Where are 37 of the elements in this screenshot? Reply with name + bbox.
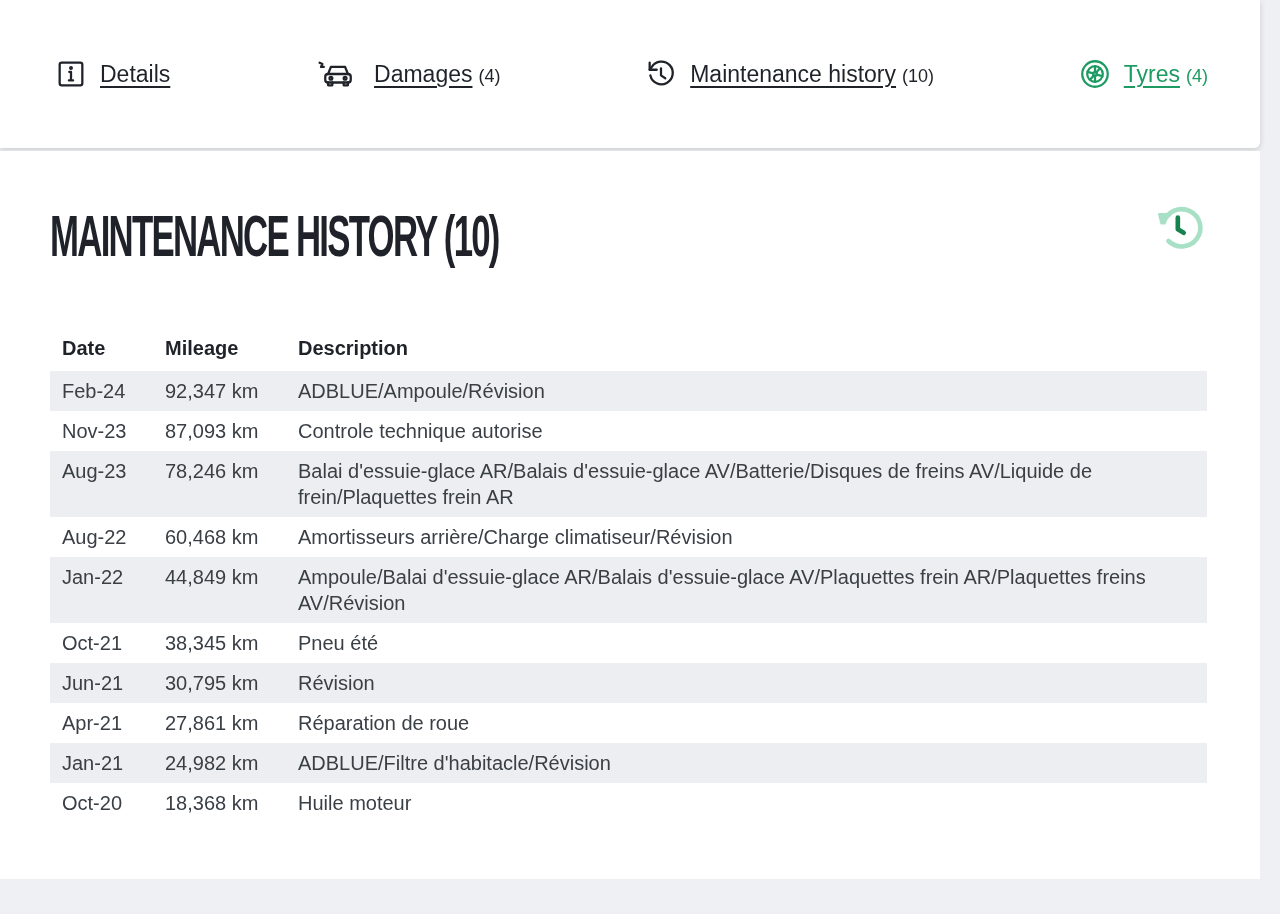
table-cell: Aug-22 bbox=[50, 517, 153, 557]
tab-link[interactable]: Tyres (4) bbox=[1123, 56, 1208, 92]
table-cell: 38,345 km bbox=[153, 623, 286, 663]
column-header: Mileage bbox=[153, 325, 286, 371]
table-cell: 60,468 km bbox=[153, 517, 286, 557]
table-cell: Controle technique autorise bbox=[286, 411, 1207, 451]
table-cell: 78,246 km bbox=[153, 451, 286, 517]
column-header: Description bbox=[286, 325, 1207, 371]
tab-link[interactable]: Damages (4) bbox=[374, 56, 501, 92]
table-cell: Ampoule/Balai d'essuie-glace AR/Balais d'essuie-glace AV/Plaquettes frein AR/Plaquettes freins AV/Révision bbox=[286, 557, 1207, 623]
table-cell: 44,849 km bbox=[153, 557, 286, 623]
table-cell: Oct-21 bbox=[50, 623, 153, 663]
table-cell: 27,861 km bbox=[153, 703, 286, 743]
table-cell: ADBLUE/Filtre d'habitacle/Révision bbox=[286, 743, 1207, 783]
table-cell: Oct-20 bbox=[50, 783, 153, 823]
table-cell: 87,093 km bbox=[153, 411, 286, 451]
column-header: Date bbox=[50, 325, 153, 371]
table-cell: 18,368 km bbox=[153, 783, 286, 823]
tab-link[interactable]: Details bbox=[100, 56, 171, 92]
table-cell: ADBLUE/Ampoule/Révision bbox=[286, 371, 1207, 411]
table-cell: Pneu été bbox=[286, 623, 1207, 663]
table-cell: Jan-21 bbox=[50, 743, 153, 783]
table-cell: Feb-24 bbox=[50, 371, 153, 411]
table-cell: Huile moteur bbox=[286, 783, 1207, 823]
table-cell: Révision bbox=[286, 663, 1207, 703]
table-cell: Nov-23 bbox=[50, 411, 153, 451]
table-cell: Réparation de roue bbox=[286, 703, 1207, 743]
table-cell: 30,795 km bbox=[153, 663, 286, 703]
table-cell: Jun-21 bbox=[50, 663, 153, 703]
table-cell: Amortisseurs arrière/Charge climatiseur/Révision bbox=[286, 517, 1207, 557]
table-cell: Balai d'essuie-glace AR/Balais d'essuie-glace AV/Batterie/Disques de freins AV/Liquide de frein/Plaquettes frein AR bbox=[286, 451, 1207, 517]
table-cell: Apr-21 bbox=[50, 703, 153, 743]
tab-link[interactable]: Maintenance history (10) bbox=[690, 56, 935, 92]
table-cell: Jan-22 bbox=[50, 557, 153, 623]
table-cell: Aug-23 bbox=[50, 451, 153, 517]
table-cell: 92,347 km bbox=[153, 371, 286, 411]
table-cell: 24,982 km bbox=[153, 743, 286, 783]
